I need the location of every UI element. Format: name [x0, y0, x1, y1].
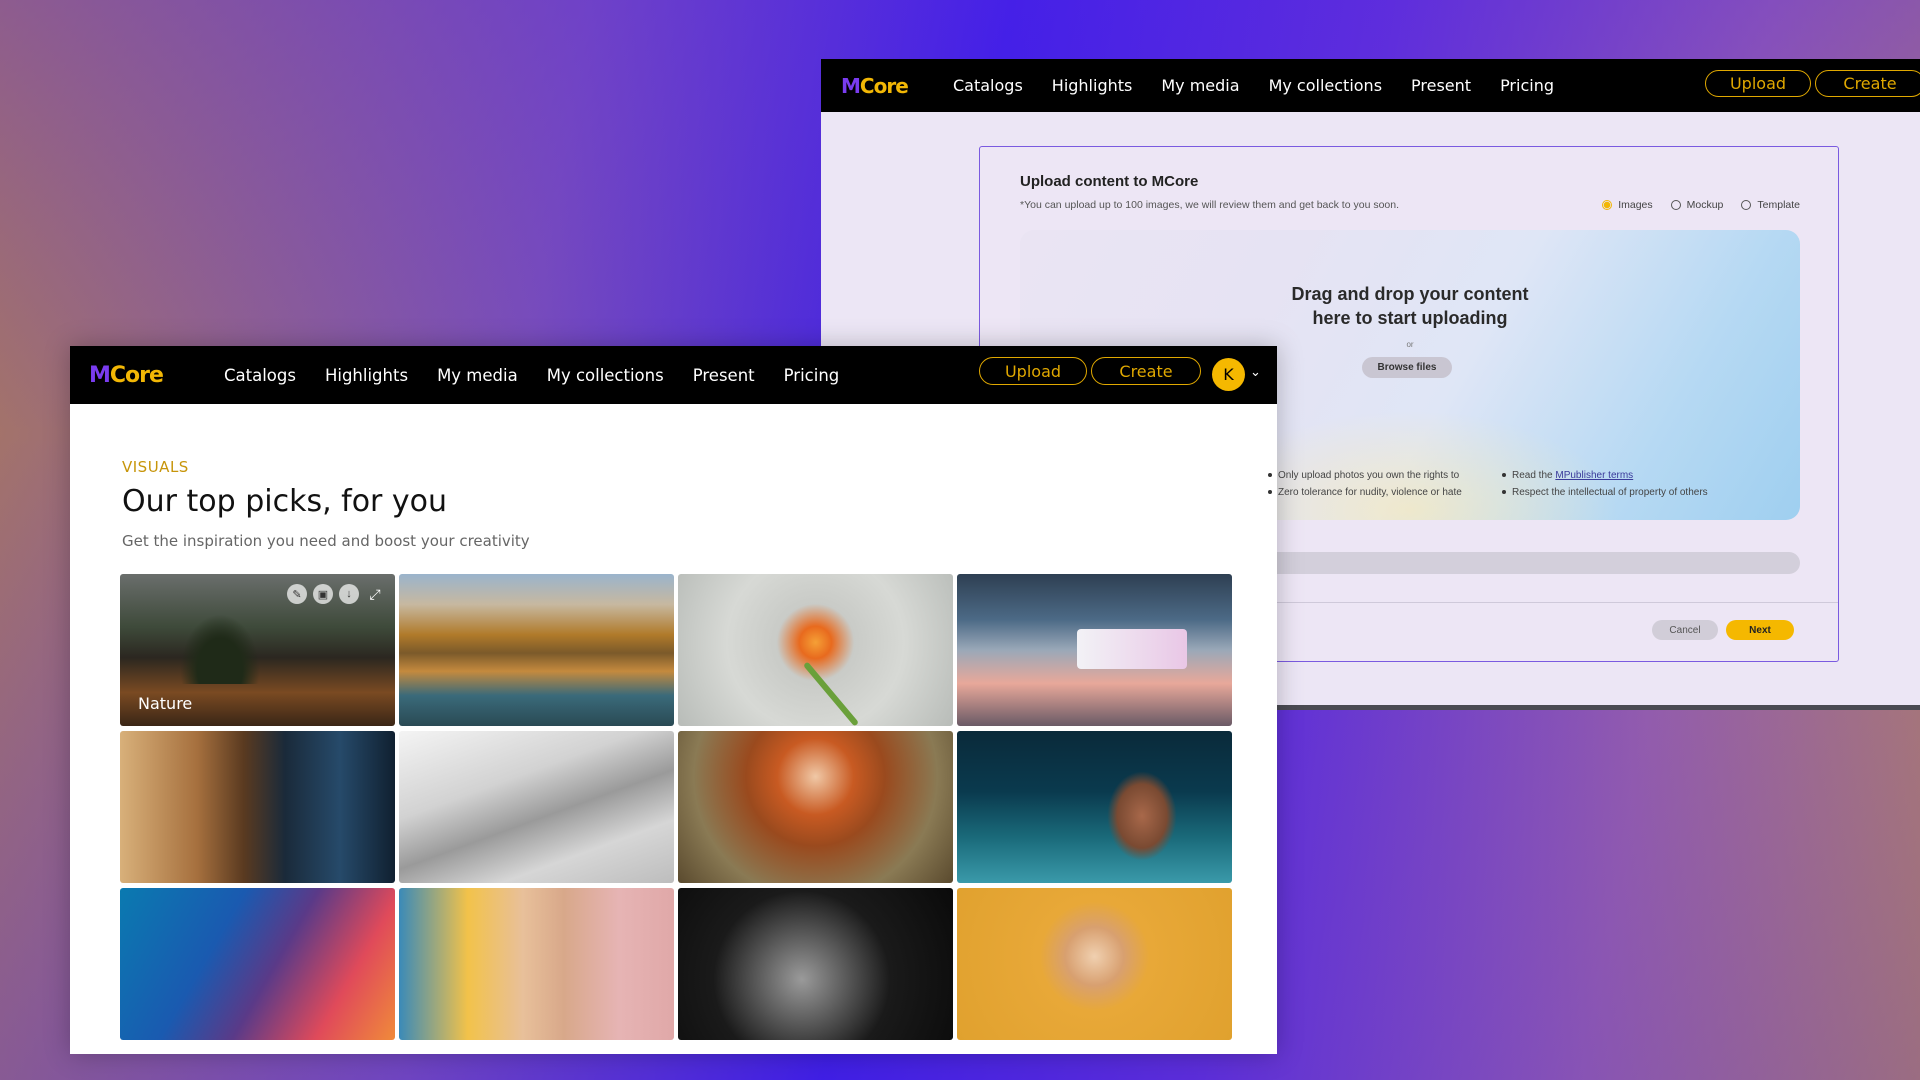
nav-catalogs[interactable]: Catalogs	[953, 76, 1023, 95]
nav-links: Catalogs Highlights My media My collecti…	[224, 366, 839, 385]
page-title: Our top picks, for you	[122, 484, 448, 519]
visuals-window: MCore Catalogs Highlights My media My co…	[70, 346, 1277, 1054]
image-tile[interactable]	[399, 888, 674, 1040]
radio-dot	[1741, 200, 1752, 210]
rule-prefix: Read the	[1512, 470, 1556, 481]
logo-text: Core	[109, 362, 164, 388]
mpublisher-terms-link[interactable]: MPublisher terms	[1555, 470, 1633, 481]
top-nav: MCore Catalogs Highlights My media My co…	[821, 59, 1920, 112]
edit-icon[interactable]: ✎	[287, 584, 307, 604]
radio-template[interactable]: Template	[1741, 199, 1800, 211]
nav-my-collections[interactable]: My collections	[1269, 76, 1382, 95]
page-subtitle: Get the inspiration you need and boost y…	[122, 532, 530, 550]
image-tile[interactable]	[957, 731, 1232, 883]
rule-item: Respect the intellectual of property of …	[1502, 484, 1708, 501]
nav-highlights[interactable]: Highlights	[1052, 76, 1133, 95]
radio-dot-selected	[1602, 200, 1613, 210]
dialog-title: Upload content to MCore	[1020, 173, 1199, 190]
upload-button[interactable]: Upload	[979, 357, 1087, 385]
radio-label: Mockup	[1686, 199, 1724, 211]
cancel-button[interactable]: Cancel	[1652, 620, 1718, 640]
image-tile[interactable]	[678, 731, 953, 883]
image-tile[interactable]	[678, 888, 953, 1040]
rule-item: Read the MPublisher terms	[1502, 467, 1708, 484]
download-icon[interactable]: ↓	[339, 584, 359, 604]
avatar[interactable]: K	[1212, 358, 1245, 391]
tile-label: Nature	[138, 694, 193, 713]
browse-files-button[interactable]: Browse files	[1362, 357, 1452, 378]
image-tile[interactable]	[120, 731, 395, 883]
dropzone-title-line1: Drag and drop your content	[1291, 284, 1529, 304]
image-tile[interactable]	[120, 888, 395, 1040]
rules-right: Read the MPublisher terms Respect the in…	[1502, 467, 1708, 501]
logo-m: M	[841, 73, 861, 98]
radio-label: Images	[1618, 199, 1653, 211]
chevron-down-icon[interactable]: ⌄	[1250, 364, 1261, 380]
nav-my-collections[interactable]: My collections	[547, 366, 664, 385]
next-button[interactable]: Next	[1726, 620, 1794, 640]
or-label: or	[1406, 340, 1414, 349]
dropzone-title: Drag and drop your content here to start…	[1020, 282, 1800, 330]
save-icon[interactable]: ▣	[313, 584, 333, 604]
image-tile[interactable]	[957, 574, 1232, 726]
content-type-radios: Images Mockup Template	[1602, 199, 1800, 211]
create-button[interactable]: Create	[1815, 70, 1920, 97]
logo-m: M	[89, 362, 111, 388]
logo[interactable]: MCore	[89, 363, 224, 388]
nav-highlights[interactable]: Highlights	[325, 366, 408, 385]
logo-text: Core	[859, 73, 909, 98]
section-eyebrow: VISUALS	[122, 458, 189, 476]
upload-button[interactable]: Upload	[1705, 70, 1811, 97]
nav-present[interactable]: Present	[693, 366, 755, 385]
dropzone-title-line2: here to start uploading	[1312, 308, 1508, 328]
rules-left: Only upload photos you own the rights to…	[1268, 467, 1462, 501]
image-tile[interactable]	[399, 731, 674, 883]
top-nav: MCore Catalogs Highlights My media My co…	[70, 346, 1277, 404]
nav-my-media[interactable]: My media	[437, 366, 518, 385]
radio-dot	[1670, 200, 1681, 210]
nav-my-media[interactable]: My media	[1161, 76, 1239, 95]
nav-catalogs[interactable]: Catalogs	[224, 366, 296, 385]
radio-mockup[interactable]: Mockup	[1670, 199, 1724, 211]
image-grid: ✎ ▣ ↓ ⤢ Nature	[120, 574, 1232, 1040]
image-tile[interactable]	[957, 888, 1232, 1040]
nav-links: Catalogs Highlights My media My collecti…	[953, 76, 1554, 95]
image-tile[interactable]	[399, 574, 674, 726]
dialog-subtitle: *You can upload up to 100 images, we wil…	[1020, 199, 1400, 211]
tile-actions: ✎ ▣ ↓ ⤢	[287, 584, 385, 604]
image-tile[interactable]	[678, 574, 953, 726]
nav-pricing[interactable]: Pricing	[1500, 76, 1554, 95]
logo[interactable]: MCore	[841, 74, 953, 98]
expand-icon[interactable]: ⤢	[365, 584, 385, 604]
image-tile[interactable]: ✎ ▣ ↓ ⤢ Nature	[120, 574, 395, 726]
radio-images[interactable]: Images	[1602, 199, 1653, 211]
nav-pricing[interactable]: Pricing	[784, 366, 840, 385]
rule-item: Only upload photos you own the rights to	[1268, 467, 1462, 484]
radio-label: Template	[1757, 199, 1800, 211]
rule-item: Zero tolerance for nudity, violence or h…	[1268, 484, 1462, 501]
nav-present[interactable]: Present	[1411, 76, 1471, 95]
create-button[interactable]: Create	[1091, 357, 1201, 385]
